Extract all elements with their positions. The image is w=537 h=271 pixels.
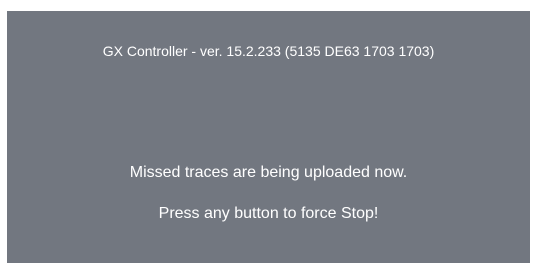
- version-title: GX Controller - ver. 15.2.233 (5135 DE63…: [102, 43, 435, 59]
- upload-status-message: Missed traces are being uploaded now.: [129, 164, 408, 181]
- controller-screen[interactable]: GX Controller - ver. 15.2.233 (5135 DE63…: [7, 11, 530, 263]
- force-stop-instruction: Press any button to force Stop!: [158, 205, 379, 222]
